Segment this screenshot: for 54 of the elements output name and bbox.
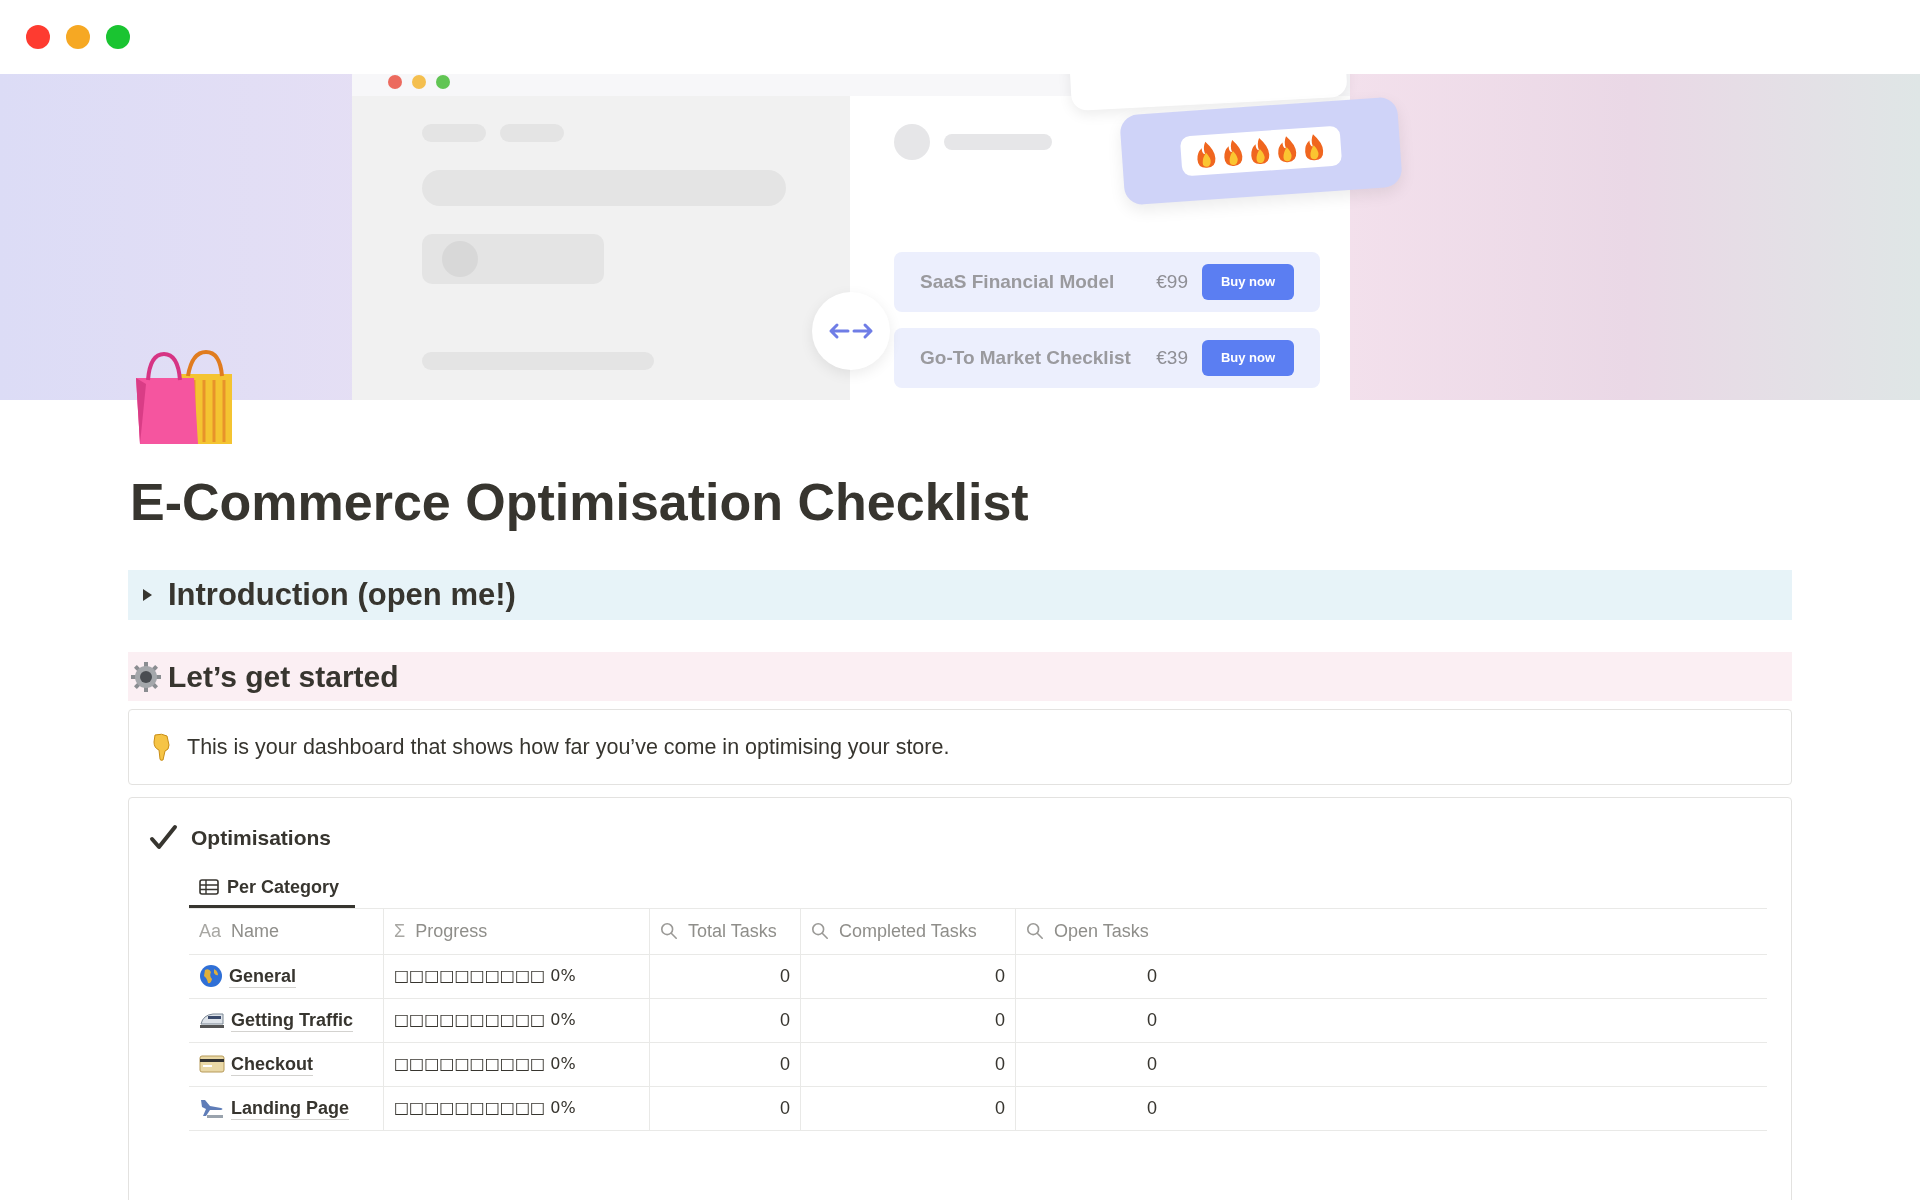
section-heading: Let’s get started <box>168 659 399 695</box>
page-title: E-Commerce Optimisation Checklist <box>130 472 1030 532</box>
table-cell-text: 0 <box>1147 1096 1157 1120</box>
table-cell-text: 0 <box>995 1052 1005 1076</box>
buy-now-button[interactable]: Buy now <box>1202 340 1294 376</box>
caret-right-icon[interactable] <box>140 588 154 602</box>
double-arrow-icon <box>828 322 874 340</box>
table-cell-text: 0 <box>995 1096 1005 1120</box>
toggle-heading: Introduction (open me!) <box>168 575 516 614</box>
row-title-link[interactable]: Checkout <box>231 1052 313 1076</box>
column-header[interactable]: Progress <box>415 917 488 945</box>
airplane-icon <box>199 1097 225 1119</box>
column-header[interactable]: Completed Tasks <box>839 917 977 945</box>
progress-bar-text: □□□□□□□□□□ 0% <box>394 1053 576 1075</box>
database-title: Optimisations <box>191 825 332 851</box>
view-tab[interactable]: Per Category <box>189 869 355 908</box>
table-icon <box>199 879 219 895</box>
callout-text: This is your dashboard that shows how far you’ve come in optimising your store. <box>187 733 950 761</box>
column-type-icon: Aa <box>199 917 222 945</box>
table-cell-text: 0 <box>780 1096 790 1120</box>
column-header[interactable]: Name <box>231 917 280 945</box>
table-cell-text: 0 <box>780 1052 790 1076</box>
table-cell-text: 0 <box>995 1008 1005 1032</box>
column-header[interactable]: Open Tasks <box>1054 917 1149 945</box>
product-name: Go-To Market Checklist <box>920 345 1131 370</box>
close-window-button[interactable] <box>26 25 50 49</box>
table-cell-text: 0 <box>780 1008 790 1032</box>
checkmark-icon <box>149 823 179 852</box>
table-cell-text: 0 <box>1147 964 1157 988</box>
progress-bar-text: □□□□□□□□□□ 0% <box>394 1009 576 1031</box>
progress-bar-text: □□□□□□□□□□ 0% <box>394 1097 576 1119</box>
table-cell-text: 0 <box>780 964 790 988</box>
progress-bar-text: □□□□□□□□□□ 0% <box>394 965 576 987</box>
product-price: €99 <box>1156 269 1188 294</box>
column-type-icon: Σ <box>394 917 406 945</box>
product-name: SaaS Financial Model <box>920 269 1115 294</box>
search-icon <box>1026 922 1044 940</box>
product-price: €39 <box>1156 345 1188 370</box>
buy-now-button[interactable]: Buy now <box>1202 264 1294 300</box>
credit-card-icon <box>199 1054 225 1074</box>
gear-icon <box>130 660 162 693</box>
column-header[interactable]: Total Tasks <box>688 917 777 945</box>
row-title-link[interactable]: Landing Page <box>231 1096 349 1120</box>
toggle-block[interactable]: Introduction (open me!) <box>128 570 1792 620</box>
search-icon <box>660 922 678 940</box>
minimize-window-button[interactable] <box>66 25 90 49</box>
globe-icon <box>199 964 223 988</box>
row-title-link[interactable]: Getting Traffic <box>231 1008 353 1032</box>
row-title-link[interactable]: General <box>229 964 297 988</box>
maximize-window-button[interactable] <box>106 25 130 49</box>
table-cell-text: 0 <box>995 964 1005 988</box>
search-icon <box>811 922 829 940</box>
table-cell-text: 0 <box>1147 1052 1157 1076</box>
table-cell-text: 0 <box>1147 1008 1157 1032</box>
